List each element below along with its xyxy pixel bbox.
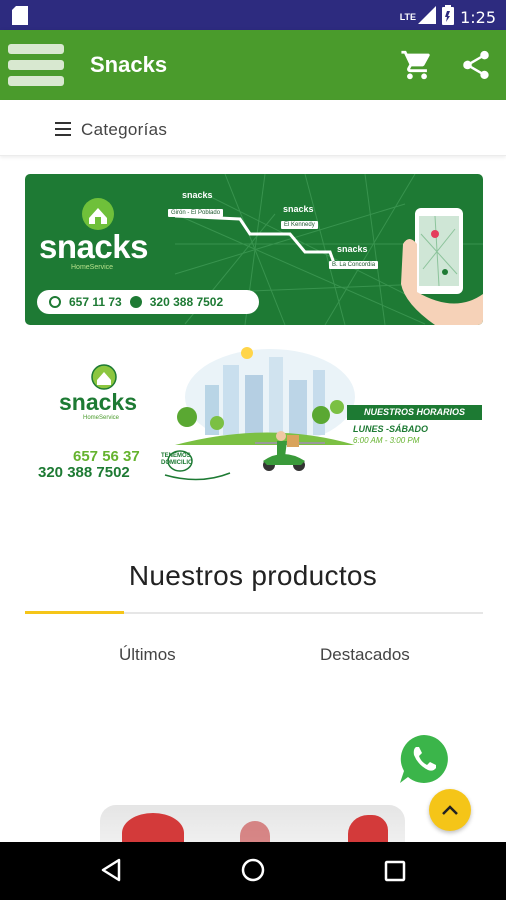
- whatsapp-icon[interactable]: [396, 731, 452, 787]
- clock: 1:25: [460, 7, 496, 27]
- chevron-up-icon: [442, 805, 458, 815]
- brand-tagline: HomeService: [83, 415, 120, 421]
- tab-featured[interactable]: Destacados: [320, 645, 410, 665]
- categories-label: Categorías: [81, 120, 168, 139]
- map-location-label: El Kennedy: [281, 221, 318, 229]
- whatsapp-small-icon: [129, 296, 142, 308]
- share-icon[interactable]: [458, 48, 494, 82]
- phone-whatsapp: 320 388 7502: [149, 295, 224, 309]
- map-location-label: B. La Concordia: [329, 261, 379, 269]
- products-title: Nuestros productos: [128, 560, 378, 591]
- brand-logo-text: snacks: [39, 228, 148, 265]
- map-brand-label: snacks: [337, 244, 368, 254]
- sd-card-icon: [12, 6, 28, 30]
- active-tab-indicator: [25, 611, 124, 614]
- list-icon: [55, 122, 71, 136]
- network-type: LTE: [399, 12, 417, 22]
- phone-pill: 657 11 73 320 388 7502: [37, 290, 259, 314]
- home-icon[interactable]: [241, 858, 265, 887]
- nav-bar: [0, 842, 506, 900]
- phone-landline: 657 11 73: [69, 295, 122, 309]
- brand-logo-text: snacks: [59, 389, 138, 415]
- categories-bar[interactable]: Categorías: [0, 100, 506, 156]
- menu-icon[interactable]: [8, 44, 64, 86]
- scroll-top-button[interactable]: [429, 789, 471, 831]
- app-bar: Snacks: [0, 30, 506, 100]
- cart-icon[interactable]: [400, 48, 434, 82]
- hours-time-range: 6:00 AM - 3:00 PM: [353, 436, 420, 445]
- hours-banner[interactable]: snacks HomeService 657 56 37 320 388 750…: [25, 335, 483, 485]
- hours-title: NUESTROS HORARIOS: [347, 405, 482, 420]
- delivery-banner[interactable]: snacks Girón - El Poblado snacks El Kenn…: [25, 174, 483, 325]
- back-icon[interactable]: [100, 858, 122, 887]
- delivery-note: TENEMOS DOMICILIO: [161, 453, 193, 466]
- map-brand-label: snacks: [182, 190, 213, 200]
- signal-icon: [418, 6, 437, 28]
- recent-apps-icon[interactable]: [384, 860, 406, 887]
- phone-landline: 657 56 37: [73, 448, 140, 465]
- app-title: Snacks: [90, 52, 168, 77]
- status-bar: LTE 1:25: [0, 0, 506, 30]
- map-brand-label: snacks: [283, 204, 314, 214]
- product-image[interactable]: [100, 805, 405, 843]
- phone-icon: [49, 296, 61, 308]
- hours-days: LUNES -SÁBADO: [353, 424, 429, 434]
- tab-latest[interactable]: Últimos: [119, 645, 176, 665]
- battery-icon: [442, 5, 455, 29]
- brand-tagline: HomeService: [71, 264, 114, 271]
- phone-mobile: 320 388 7502: [38, 464, 130, 481]
- map-location-label: Girón - El Poblado: [168, 209, 224, 217]
